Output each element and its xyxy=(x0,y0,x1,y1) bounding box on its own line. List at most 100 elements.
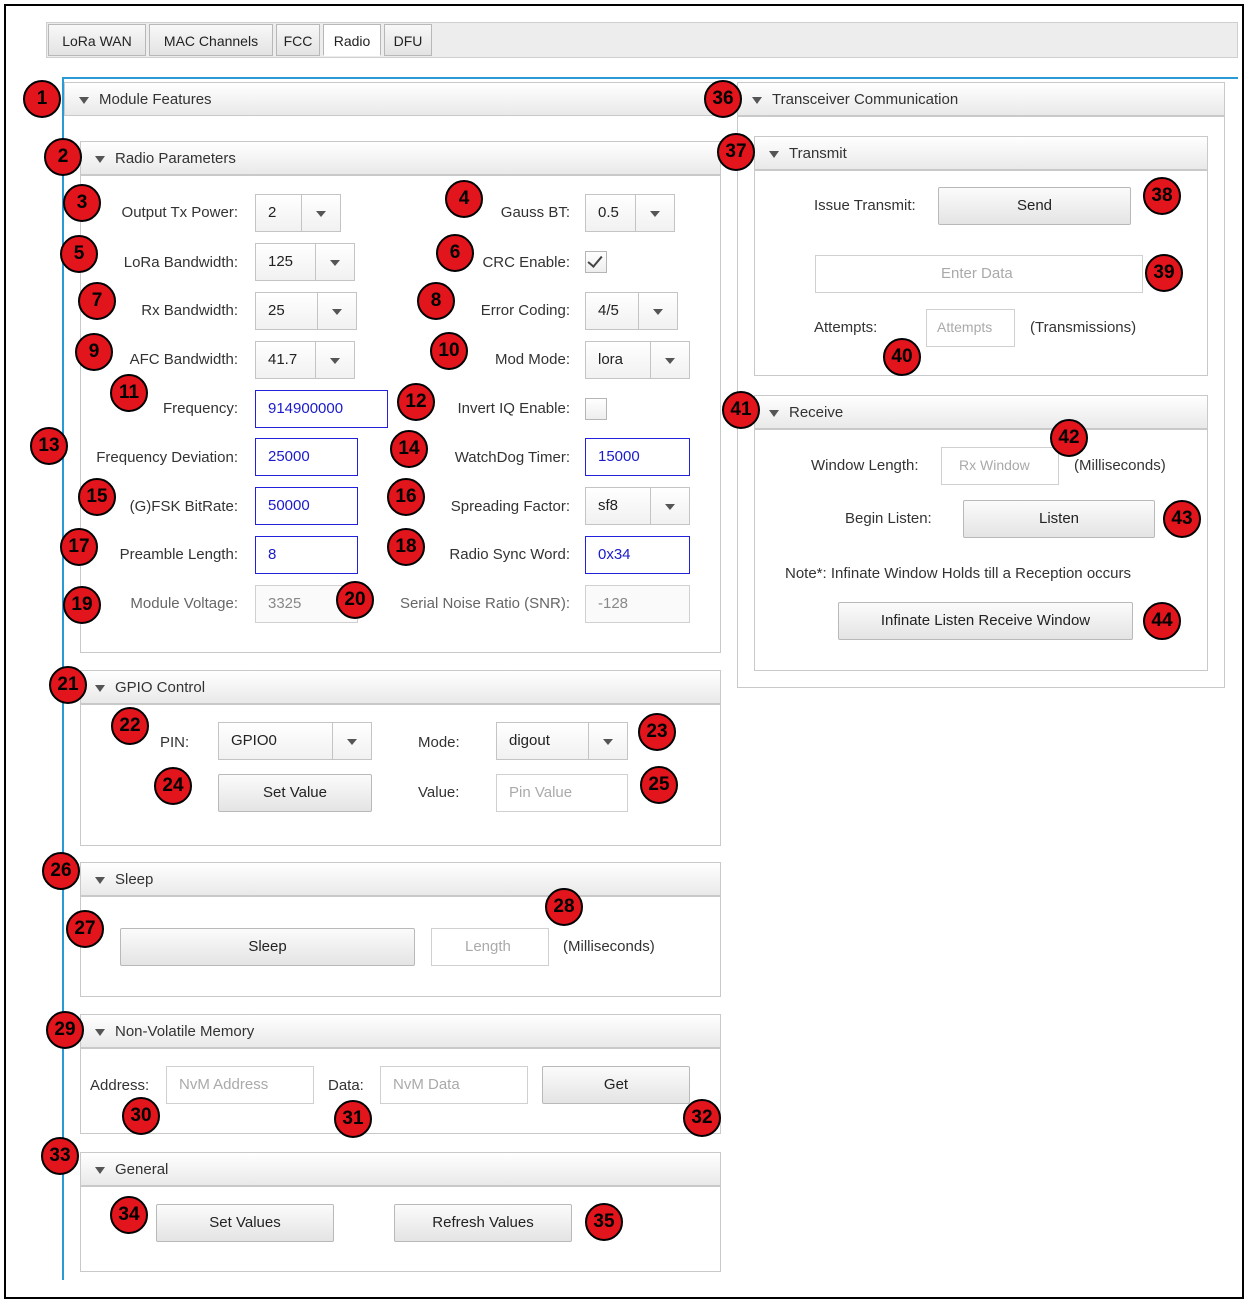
annotation-badge: 18 xyxy=(387,528,425,566)
spreading-factor-select[interactable]: sf8 xyxy=(585,487,690,525)
rx-bandwidth-select[interactable]: 25 xyxy=(255,292,357,330)
radio-parameters-header[interactable]: Radio Parameters xyxy=(80,141,721,175)
nvm-address-input[interactable]: NvM Address xyxy=(166,1066,314,1104)
refresh-values-button[interactable]: Refresh Values xyxy=(394,1204,572,1242)
afc-bandwidth-select[interactable]: 41.7 xyxy=(255,341,355,379)
chevron-down-icon xyxy=(347,739,357,745)
annotation-badge: 38 xyxy=(1143,177,1181,215)
gpio-pin-select[interactable]: GPIO0 xyxy=(218,722,372,760)
nvm-data-input[interactable]: NvM Data xyxy=(380,1066,528,1104)
set-values-button[interactable]: Set Values xyxy=(156,1204,334,1242)
annotation-badge: 21 xyxy=(49,666,87,704)
get-button[interactable]: Get xyxy=(542,1066,690,1104)
expander-icon xyxy=(95,1167,105,1174)
module-voltage-label: Module Voltage: xyxy=(130,595,238,612)
frequency-label: Frequency: xyxy=(162,400,238,417)
watchdog-timer-input[interactable]: 15000 xyxy=(585,438,690,476)
sleep-button[interactable]: Sleep xyxy=(120,928,415,966)
set-value-button[interactable]: Set Value xyxy=(218,774,372,812)
annotation-badge: 27 xyxy=(66,910,104,948)
rx-bandwidth-label: Rx Bandwidth: xyxy=(141,302,238,319)
annotation-badge: 39 xyxy=(1145,254,1183,292)
annotation-badge: 8 xyxy=(417,282,455,320)
tab-dfu[interactable]: DFU xyxy=(384,24,432,56)
spreading-factor-label: Spreading Factor: xyxy=(450,498,570,515)
annotation-badge: 11 xyxy=(110,374,148,412)
attempts-label: Attempts: xyxy=(814,319,878,336)
nvm-header[interactable]: Non-Volatile Memory xyxy=(80,1014,721,1048)
attempts-unit-label: (Transmissions) xyxy=(1030,319,1137,336)
transceiver-header[interactable]: Transceiver Communication xyxy=(737,82,1225,116)
pin-value-input[interactable]: Pin Value xyxy=(496,774,628,812)
attempts-input[interactable]: Attempts xyxy=(926,309,1015,347)
receive-header[interactable]: Receive xyxy=(754,395,1208,429)
send-button[interactable]: Send xyxy=(938,187,1131,225)
lora-bandwidth-label: LoRa Bandwidth: xyxy=(123,254,238,271)
transmit-header[interactable]: Transmit xyxy=(754,136,1208,170)
sleep-length-input[interactable]: Length xyxy=(431,928,549,966)
invert-iq-label: Invert IQ Enable: xyxy=(457,400,570,417)
crc-enable-checkbox[interactable] xyxy=(585,251,607,273)
error-coding-select[interactable]: 4/5 xyxy=(585,292,678,330)
annotation-badge: 15 xyxy=(78,478,116,516)
annotation-badge: 6 xyxy=(436,234,474,272)
lora-bandwidth-select[interactable]: 125 xyxy=(255,243,355,281)
frequency-input[interactable]: 914900000 xyxy=(255,390,388,428)
value-label: Value: xyxy=(418,784,460,801)
annotation-badge: 19 xyxy=(63,586,101,624)
annotation-badge: 24 xyxy=(154,767,192,805)
tab-mac-channels[interactable]: MAC Channels xyxy=(149,24,273,56)
gpio-mode-select[interactable]: digout xyxy=(496,722,628,760)
section-title: Sleep xyxy=(115,871,154,888)
preamble-length-input[interactable]: 8 xyxy=(255,536,358,574)
frequency-deviation-input[interactable]: 25000 xyxy=(255,438,358,476)
annotation-badge: 5 xyxy=(60,235,98,273)
gpio-control-header[interactable]: GPIO Control xyxy=(80,670,721,704)
infinite-listen-button[interactable]: Infinate Listen Receive Window xyxy=(838,602,1133,640)
annotation-badge: 33 xyxy=(41,1137,79,1175)
pin-label: PIN: xyxy=(160,734,190,751)
radio-sync-word-input[interactable]: 0x34 xyxy=(585,536,690,574)
module-features-header[interactable]: Module Features xyxy=(64,82,730,116)
listen-button[interactable]: Listen xyxy=(963,500,1155,538)
annotation-badge: 22 xyxy=(111,707,149,745)
output-tx-power-select[interactable]: 2 xyxy=(255,194,341,232)
fsk-bitrate-input[interactable]: 50000 xyxy=(255,487,358,525)
transmit-data-input[interactable]: Enter Data xyxy=(815,255,1143,293)
annotation-badge: 25 xyxy=(640,766,678,804)
fsk-bitrate-label: (G)FSK BitRate: xyxy=(129,498,238,515)
tab-radio[interactable]: Radio xyxy=(323,24,381,56)
annotation-badge: 43 xyxy=(1163,500,1201,538)
section-title: GPIO Control xyxy=(115,679,206,696)
expander-icon xyxy=(95,685,105,692)
frequency-deviation-label: Frequency Deviation: xyxy=(96,449,238,466)
rx-window-input[interactable]: Rx Window xyxy=(941,447,1059,485)
chevron-down-icon xyxy=(650,211,660,217)
annotation-badge: 7 xyxy=(78,282,116,320)
issue-transmit-label: Issue Transmit: xyxy=(814,197,916,214)
chevron-down-icon xyxy=(316,211,326,217)
window-length-label: Window Length: xyxy=(811,457,919,474)
mod-mode-select[interactable]: lora xyxy=(585,341,690,379)
expander-icon xyxy=(752,97,762,104)
sleep-unit-label: (Milliseconds) xyxy=(563,938,655,955)
tab-fcc[interactable]: FCC xyxy=(276,24,320,56)
annotation-badge: 1 xyxy=(23,80,61,118)
annotation-badge: 34 xyxy=(110,1196,148,1234)
annotation-badge: 26 xyxy=(42,852,80,890)
sleep-header[interactable]: Sleep xyxy=(80,862,721,896)
chevron-down-icon xyxy=(665,504,675,510)
tab-lora-wan[interactable]: LoRa WAN xyxy=(48,24,146,56)
mode-label: Mode: xyxy=(418,734,460,751)
gauss-bt-select[interactable]: 0.5 xyxy=(585,194,675,232)
gauss-bt-label: Gauss BT: xyxy=(500,204,570,221)
invert-iq-checkbox[interactable] xyxy=(585,398,607,420)
chevron-down-icon xyxy=(665,358,675,364)
annotation-badge: 42 xyxy=(1050,419,1088,457)
annotation-badge: 31 xyxy=(334,1100,372,1138)
expander-icon xyxy=(769,410,779,417)
section-title: Transceiver Communication xyxy=(772,91,959,108)
annotation-badge: 41 xyxy=(722,391,760,429)
general-header[interactable]: General xyxy=(80,1152,721,1186)
annotation-badge: 35 xyxy=(585,1203,623,1241)
